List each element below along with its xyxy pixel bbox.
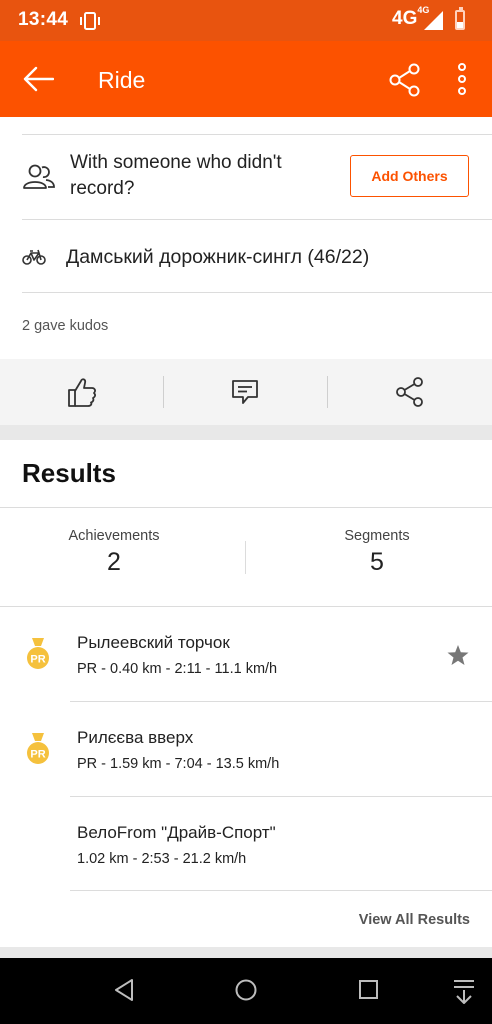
- separator: [163, 376, 164, 408]
- back-arrow-icon[interactable]: [22, 66, 55, 97]
- segment-detail: 1.02 km - 2:53 - 21.2 km/h: [77, 851, 247, 867]
- vibrate-icon: [79, 11, 101, 36]
- star-icon[interactable]: [447, 645, 469, 671]
- divider: [22, 292, 492, 293]
- action-bar: [0, 359, 492, 425]
- section-gap: [0, 425, 492, 440]
- bike-icon: [22, 249, 46, 270]
- people-icon: [22, 164, 56, 195]
- add-others-button[interactable]: Add Others: [350, 155, 469, 197]
- nav-home-icon[interactable]: [234, 978, 258, 1007]
- share-icon[interactable]: [395, 376, 425, 413]
- divider: [70, 890, 492, 891]
- share-icon[interactable]: [388, 63, 422, 102]
- system-nav-bar: [0, 958, 492, 1024]
- status-time: 13:44: [18, 9, 69, 30]
- kudos-count[interactable]: 2 gave kudos: [22, 318, 108, 334]
- more-vertical-icon[interactable]: [456, 63, 468, 100]
- nav-notifications-icon[interactable]: [452, 978, 476, 1011]
- section-gap: [0, 947, 492, 958]
- divider: [70, 796, 492, 797]
- status-bar: 13:44 4G4G: [0, 0, 492, 41]
- segment-name[interactable]: Рылеевский торчок: [77, 633, 230, 653]
- svg-text:PR: PR: [30, 749, 45, 761]
- divider: [22, 134, 492, 135]
- comment-icon[interactable]: [231, 376, 259, 411]
- segment-name[interactable]: Рилєєва вверх: [77, 728, 193, 748]
- nav-recents-icon[interactable]: [358, 978, 380, 1007]
- thumbs-up-icon[interactable]: [67, 376, 97, 413]
- segments-label: Segments: [344, 528, 410, 544]
- view-all-results-link[interactable]: View All Results: [359, 912, 470, 928]
- achievements-label: Achievements: [68, 528, 160, 544]
- app-bar: Ride: [0, 41, 492, 117]
- segments-value: 5: [370, 548, 384, 576]
- divider: [70, 701, 492, 702]
- page-title: Ride: [98, 67, 146, 93]
- separator: [245, 541, 246, 574]
- segment-detail: PR - 0.40 km - 2:11 - 11.1 km/h: [77, 661, 278, 677]
- divider: [22, 219, 492, 220]
- achievements-value: 2: [107, 548, 121, 576]
- nav-back-icon[interactable]: [113, 978, 135, 1007]
- pr-medal-icon: PR: [26, 638, 50, 677]
- segment-name[interactable]: ВелоFrom "Драйв-Спорт": [77, 823, 276, 843]
- pr-medal-icon: PR: [26, 733, 50, 772]
- divider: [0, 606, 492, 607]
- svg-text:PR: PR: [30, 654, 45, 666]
- battery-icon: [455, 7, 465, 30]
- segment-detail: PR - 1.59 km - 7:04 - 13.5 km/h: [77, 756, 280, 772]
- divider: [0, 507, 492, 508]
- bike-name: Дамський дорожник-сингл (46/22): [66, 246, 370, 268]
- signal-icon: [424, 11, 444, 35]
- results-title: Results: [22, 458, 116, 488]
- separator: [327, 376, 328, 408]
- with-others-prompt: With someone who didn't record?: [70, 152, 282, 199]
